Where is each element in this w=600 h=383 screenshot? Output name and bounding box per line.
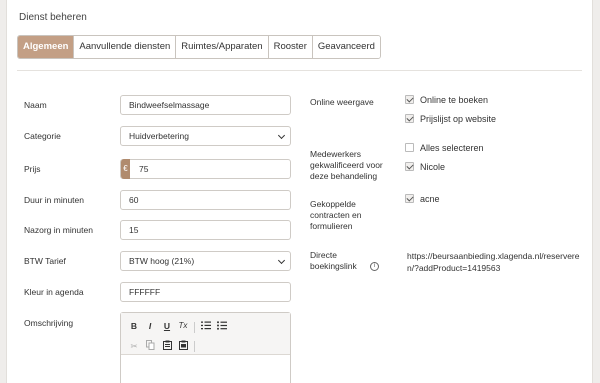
nicole-label: Nicole — [420, 162, 446, 172]
underline-button[interactable]: U — [162, 321, 172, 331]
info-icon[interactable]: i — [370, 262, 379, 271]
nazorg-input[interactable]: 15 — [120, 220, 291, 240]
paste-text-icon[interactable] — [178, 340, 188, 352]
bullet-list-icon[interactable] — [217, 321, 227, 332]
boekingslink-label: Directe boekingslink — [310, 250, 357, 272]
cut-icon[interactable]: ✂ — [129, 341, 139, 352]
medewerkers-label: Medewerkers gekwalificeerd voor deze beh… — [310, 149, 383, 182]
medewerkers-label-line: deze behandeling — [310, 171, 378, 181]
nicole-checkbox[interactable] — [405, 162, 414, 171]
alles-selecteren-label: Alles selecteren — [420, 143, 484, 153]
duur-label: Duur in minuten — [24, 195, 85, 205]
currency-addon: € — [121, 159, 130, 179]
copy-icon[interactable] — [145, 340, 155, 352]
btw-select[interactable]: BTW hoog (21%) — [120, 251, 291, 271]
online-te-boeken-checkbox[interactable] — [405, 95, 414, 104]
kleur-input[interactable]: FFFFFF — [120, 282, 291, 302]
omschrijving-editor[interactable]: B I U Tx ✂ — [120, 312, 291, 383]
boekingslink-label-line: boekingslink — [310, 261, 357, 271]
tab-rooster[interactable]: Rooster — [268, 36, 313, 58]
editor-toolbar: B I U Tx ✂ — [121, 313, 290, 355]
online-weergave-label: Online weergave — [310, 97, 374, 107]
paste-icon[interactable] — [162, 340, 172, 352]
bold-button[interactable]: B — [129, 321, 139, 331]
duur-input[interactable]: 60 — [120, 190, 291, 210]
acne-label: acne — [420, 194, 440, 204]
prijslijst-checkbox[interactable] — [405, 114, 414, 123]
tab-aanvullende-diensten[interactable]: Aanvullende diensten — [74, 36, 177, 58]
acne-checkbox[interactable] — [405, 194, 414, 203]
tab-bar: Algemeen Aanvullende diensten Ruimtes/Ap… — [17, 35, 381, 59]
categorie-value: Huidverbetering — [129, 131, 190, 141]
btw-label: BTW Tarief — [24, 256, 66, 266]
tab-geavanceerd[interactable]: Geavanceerd — [312, 36, 380, 58]
prijslijst-label: Prijslijst op website — [420, 114, 497, 124]
tab-algemeen[interactable]: Algemeen — [18, 36, 75, 58]
contracten-label: Gekoppelde contracten en formulieren — [310, 199, 362, 232]
contracten-label-line: contracten en — [310, 210, 362, 220]
prijs-value: 75 — [139, 164, 149, 174]
alles-selecteren-checkbox[interactable] — [405, 143, 414, 152]
naam-input[interactable]: Bindweefselmassage — [120, 95, 291, 115]
kleur-label: Kleur in agenda — [24, 287, 84, 297]
toolbar-separator — [194, 322, 195, 333]
boekingslink-url[interactable]: https://beursaanbieding.xlagenda.nl/rese… — [407, 250, 589, 274]
tab-ruimtes-apparaten[interactable]: Ruimtes/Apparaten — [176, 36, 269, 58]
nazorg-label: Nazorg in minuten — [24, 225, 93, 235]
italic-button[interactable]: I — [145, 321, 155, 331]
online-te-boeken-label: Online te boeken — [420, 95, 489, 105]
boekingslink-label-line: Directe — [310, 250, 337, 260]
service-panel: Dienst beheren Algemeen Aanvullende dien… — [6, 0, 593, 383]
divider — [17, 70, 582, 71]
page-title: Dienst beheren — [19, 12, 87, 23]
naam-label: Naam — [24, 100, 47, 110]
categorie-select[interactable]: Huidverbetering — [120, 126, 291, 146]
toolbar-separator — [194, 341, 195, 352]
medewerkers-label-line: gekwalificeerd voor — [310, 160, 383, 170]
contracten-label-line: formulieren — [310, 221, 353, 231]
clear-format-button[interactable]: Tx — [178, 321, 188, 330]
categorie-label: Categorie — [24, 131, 61, 141]
numbered-list-icon[interactable] — [201, 321, 211, 332]
omschrijving-label: Omschrijving — [24, 318, 74, 328]
medewerkers-label-line: Medewerkers — [310, 149, 362, 159]
prijs-label: Prijs — [24, 164, 41, 174]
prijs-input[interactable]: € 75 — [120, 159, 291, 179]
contracten-label-line: Gekoppelde — [310, 199, 356, 209]
btw-value: BTW hoog (21%) — [129, 256, 195, 266]
